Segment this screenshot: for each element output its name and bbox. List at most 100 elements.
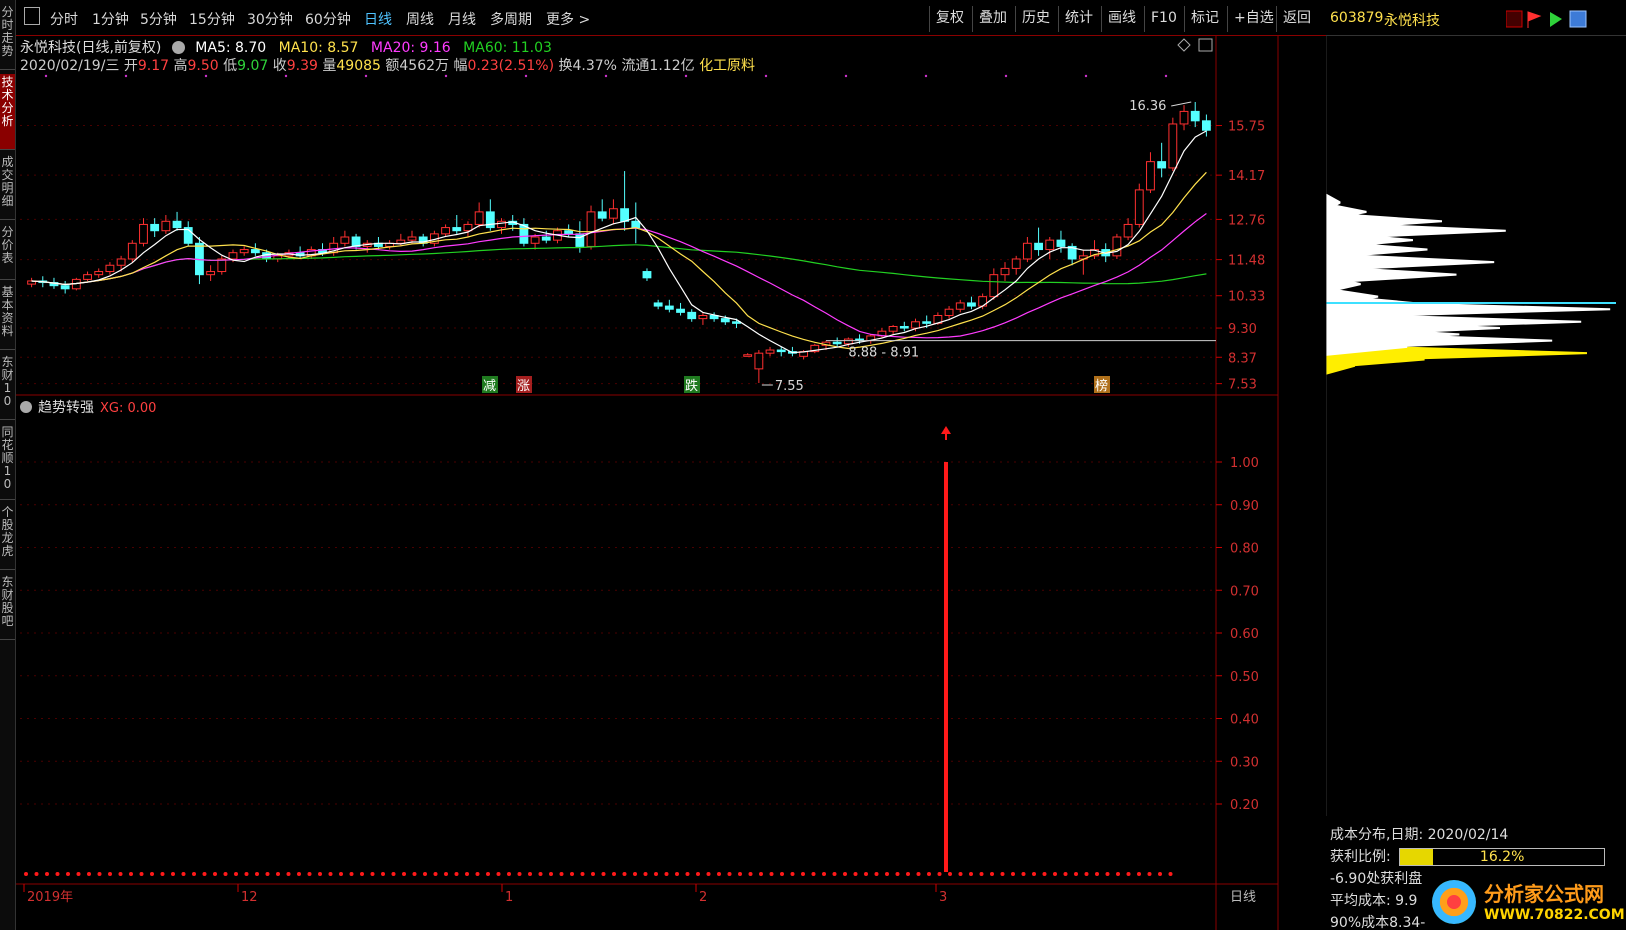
period-fenshi[interactable]: 分时 (50, 9, 78, 29)
vtab-fenshi[interactable]: 分时走势 (0, 4, 15, 70)
marker-dot (524, 74, 528, 78)
window-menu-icon[interactable] (24, 7, 40, 25)
vtab-guba[interactable]: 东财股吧 (0, 574, 15, 640)
vtab-dongcai[interactable]: 东财10 (0, 354, 15, 420)
candle-body (1011, 258, 1021, 269)
price-tick-label: 7.53 (1228, 378, 1257, 393)
zero-dot (465, 872, 469, 876)
candle-body (1179, 110, 1189, 125)
zero-dot (528, 872, 532, 876)
period-5min[interactable]: 5分钟 (140, 9, 177, 29)
period-multi[interactable]: 多周期 (490, 9, 532, 29)
vtab-jiben[interactable]: 基本资料 (0, 284, 15, 350)
lishi-button[interactable]: 历史 (1015, 6, 1056, 32)
period-daily[interactable]: 日线 (364, 9, 392, 29)
zero-dot (181, 872, 186, 876)
zero-dot (654, 872, 658, 876)
period-weekly[interactable]: 周线 (406, 9, 434, 29)
zero-dot (475, 872, 480, 876)
time-tick-label: 2019年 (27, 890, 73, 905)
candle-body (899, 325, 909, 329)
period-monthly[interactable]: 月线 (448, 9, 476, 29)
f10-button[interactable]: F10 (1144, 6, 1183, 32)
ma5-label: MA5: 8.70 (195, 40, 267, 56)
candle-body (944, 308, 954, 317)
kline-icon[interactable] (1506, 10, 1523, 28)
zero-dot (507, 872, 511, 876)
play-icon[interactable] (1550, 12, 1562, 27)
marker-dot (1084, 74, 1088, 78)
period-30min[interactable]: 30分钟 (247, 9, 293, 29)
period-more[interactable]: 更多 > (546, 9, 590, 29)
zero-dot (45, 872, 49, 876)
candle-body (1123, 223, 1133, 238)
candle (340, 230, 350, 247)
zero-dot (360, 872, 364, 876)
signal-arrow-icon (941, 426, 951, 434)
zero-dot (906, 872, 910, 876)
add-watchlist-button[interactable]: +自选 (1227, 6, 1280, 32)
vtab-tonghuashun[interactable]: 同花顺10 (0, 424, 15, 500)
diejia-button[interactable]: 叠加 (972, 6, 1013, 32)
vtab-fenjia[interactable]: 分价表 (0, 224, 15, 280)
window-icon[interactable] (1569, 10, 1587, 28)
candle-body (1168, 123, 1178, 169)
price-tick-label: 9.30 (1228, 322, 1257, 337)
candle (754, 350, 764, 384)
maximize-icon (1198, 38, 1213, 52)
candle-body (161, 220, 171, 232)
volume-value: 49085 (336, 58, 381, 74)
back-button[interactable]: 返回 (1276, 6, 1317, 32)
candle-body (1000, 267, 1010, 276)
candle-body (150, 223, 160, 232)
period-15min[interactable]: 15分钟 (189, 9, 235, 29)
candle-body (1056, 239, 1066, 247)
zero-dot (1105, 872, 1110, 876)
candle (183, 221, 193, 247)
zero-dot (948, 872, 952, 876)
candle (127, 240, 137, 263)
candle (832, 337, 842, 347)
candle-body (250, 249, 260, 254)
zero-dot (97, 872, 102, 876)
zero-dot (643, 872, 648, 876)
candle (1190, 101, 1200, 128)
period-1min[interactable]: 1分钟 (92, 9, 129, 29)
vtab-longhu[interactable]: 个股龙虎 (0, 504, 15, 570)
volume-label: 量 (322, 58, 337, 74)
candle-body (1146, 161, 1155, 191)
marker-dot (844, 74, 848, 78)
candle (597, 199, 607, 222)
signal-tag-label: 跌 (685, 378, 698, 394)
candle-body (1022, 242, 1032, 260)
zero-dot (727, 872, 732, 876)
legend-toggle-icon[interactable] (171, 41, 185, 54)
candle-body (720, 318, 730, 323)
candle-body (698, 315, 708, 320)
flag-icon[interactable] (1527, 11, 1542, 28)
fuquan-button[interactable]: 复权 (929, 6, 970, 32)
candle (172, 211, 182, 231)
zero-dot (717, 872, 721, 876)
ma60-label: MA60: 11.03 (463, 40, 552, 56)
period-60min[interactable]: 60分钟 (305, 9, 351, 29)
biaoji-button[interactable]: 标记 (1184, 6, 1225, 32)
huaxian-button[interactable]: 画线 (1101, 6, 1142, 32)
zero-dot (486, 872, 490, 876)
vtab-jishu[interactable]: 技术分析 (0, 74, 15, 150)
price-tick-label: 14.17 (1228, 169, 1265, 184)
toolbar: 分时 1分钟 5分钟 15分钟 30分钟 60分钟 日线 周线 月线 多周期 更… (16, 0, 1326, 36)
candle-body (664, 305, 674, 310)
indicator-tick-label: 0.80 (1230, 542, 1259, 557)
zero-dot (591, 872, 595, 876)
candle-body (989, 274, 999, 298)
kline-chart[interactable]: 15.75 14.17 12.76 11.48 10.33 9.30 8.37 7.53 8.8… (16, 36, 1326, 930)
quote-line: 2020/02/19/三 开9.17 高9.50 低9.07 收9.39 量49… (20, 55, 755, 75)
vtab-chengjiao[interactable]: 成交明细 (0, 154, 15, 220)
candle-body (922, 321, 932, 324)
candle-body (60, 285, 70, 290)
tongji-button[interactable]: 统计 (1058, 6, 1099, 32)
zero-dot (549, 872, 553, 876)
zero-dot (685, 872, 690, 876)
candle (105, 262, 115, 275)
